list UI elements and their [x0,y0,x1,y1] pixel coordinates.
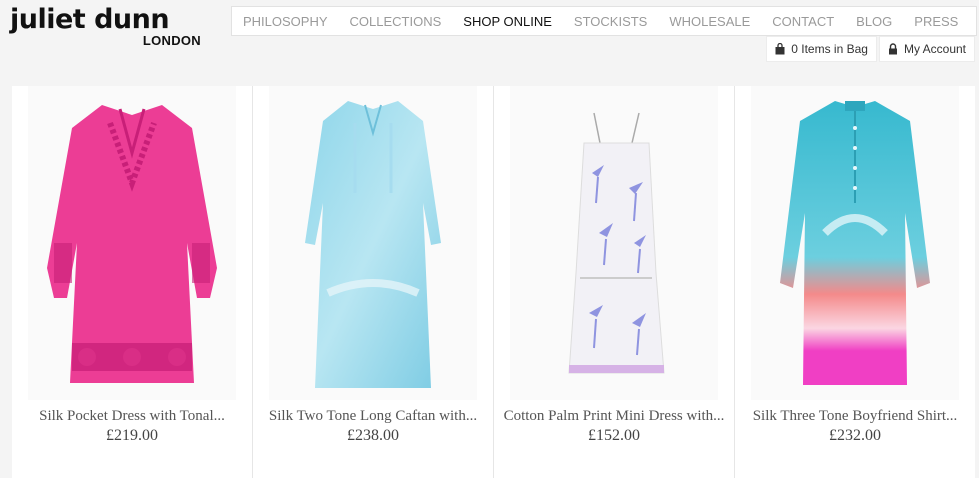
lock-icon [888,43,898,55]
bag-label: 0 Items in Bag [791,42,868,56]
account-bar: 0 Items in Bag My Account [766,36,975,62]
my-account-label: My Account [903,42,966,56]
bag-button[interactable]: 0 Items in Bag [766,36,877,62]
product-card[interactable]: Silk Three Tone Boyfriend Shirt... £232.… [735,86,975,478]
product-image[interactable] [510,86,718,400]
nav-item-press[interactable]: PRESS [903,14,969,29]
product-price: £238.00 [347,427,399,444]
nav-item-contact[interactable]: CONTACT [761,14,845,29]
product-price: £152.00 [588,427,640,444]
brand-name: juliet dunn [10,4,170,35]
product-grid: Silk Pocket Dress with Tonal... £219.00 [12,86,975,478]
nav-item-stockists[interactable]: STOCKISTS [563,14,658,29]
product-image[interactable] [751,86,959,400]
nav-item-collections[interactable]: COLLECTIONS [339,14,453,29]
product-name[interactable]: Silk Three Tone Boyfriend Shirt... [743,408,967,425]
brand-logo[interactable]: juliet dunn LONDON [10,4,205,52]
product-card[interactable]: Silk Two Tone Long Caftan with... £238.0… [253,86,494,478]
product-name[interactable]: Silk Two Tone Long Caftan with... [261,408,485,425]
product-price: £219.00 [106,427,158,444]
product-price: £232.00 [829,427,881,444]
nav-item-shop-online[interactable]: SHOP ONLINE [452,14,563,29]
nav-item-wholesale[interactable]: WHOLESALE [658,14,761,29]
nav-item-blog[interactable]: BLOG [845,14,903,29]
product-card[interactable]: Silk Pocket Dress with Tonal... £219.00 [12,86,253,478]
main-nav: PHILOSOPHY COLLECTIONS SHOP ONLINE STOCK… [231,6,977,36]
brand-location: LONDON [142,33,201,48]
product-image[interactable] [269,86,477,400]
product-name[interactable]: Silk Pocket Dress with Tonal... [20,408,244,425]
nav-item-philosophy[interactable]: PHILOSOPHY [232,14,339,29]
product-name[interactable]: Cotton Palm Print Mini Dress with... [502,408,726,425]
my-account-button[interactable]: My Account [878,36,975,62]
product-image[interactable] [28,86,236,400]
shopping-bag-icon [775,43,785,55]
product-card[interactable]: Cotton Palm Print Mini Dress with... £15… [494,86,735,478]
